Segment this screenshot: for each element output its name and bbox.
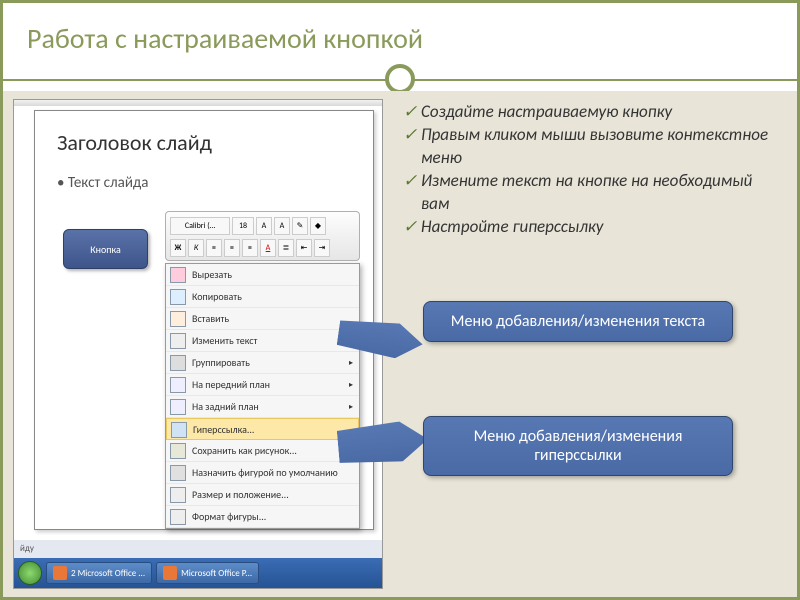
cut-icon [170,267,186,283]
slide-canvas: Заголовок слайд Текст слайда Кнопка Cali… [34,110,374,530]
menu-cut[interactable]: Вырезать [166,264,359,286]
menu-send-back[interactable]: На задний план▸ [166,396,359,418]
mini-toolbar[interactable]: Calibri (… 18 A A ✎ ◆ Ж К ≡ ≡ ≡ A [165,211,360,261]
powerpoint-icon [163,566,177,580]
grow-font-icon[interactable]: A [256,217,272,235]
menu-paste[interactable]: Вставить [166,308,359,330]
align-center-icon[interactable]: ≡ [224,239,240,257]
indent-icon[interactable]: ⇥ [314,239,330,257]
context-menu: Вырезать Копировать Вставить Изменить те… [165,263,360,529]
menu-format-shape[interactable]: Формат фигуры... [166,506,359,528]
font-selector[interactable]: Calibri (… [170,217,230,235]
menu-save-as-picture[interactable]: Сохранить как рисунок... [166,440,359,462]
save-picture-icon [170,443,186,459]
title-decoration [3,64,797,94]
menu-edit-text[interactable]: Изменить текст [166,330,359,352]
menu-hyperlink[interactable]: Гиперссылка... [166,418,359,440]
powerpoint-screenshot: Заголовок слайд Текст слайда Кнопка Cali… [13,99,383,589]
slide-title-placeholder[interactable]: Заголовок слайд [35,111,373,156]
menu-set-default-shape[interactable]: Назначить фигурой по умолчанию [166,462,359,484]
font-size-selector[interactable]: 18 [232,217,254,235]
italic-icon[interactable]: К [188,239,204,257]
group-icon [170,355,186,371]
hyperlink-icon [171,422,187,438]
slide-container: Работа с настраиваемой кнопкой Заголовок… [0,0,800,600]
default-shape-icon [170,465,186,481]
align-icon[interactable]: ≡ [206,239,222,257]
menu-size-position[interactable]: Размер и положение... [166,484,359,506]
font-color-icon[interactable]: A [260,239,276,257]
content-area: Заголовок слайд Текст слайда Кнопка Cali… [3,91,797,597]
powerpoint-icon [53,566,67,580]
instruction-item: Правым кликом мыши вызовите контекстное … [403,124,783,170]
callout-hyperlink: Меню добавления/изменения гиперссылки [423,416,733,476]
chevron-right-icon: ▸ [349,402,353,412]
format-shape-icon [170,509,186,525]
menu-copy[interactable]: Копировать [166,286,359,308]
instructions-list: Создайте настраиваемую кнопку Правым кли… [403,101,783,239]
bullets-icon[interactable]: ≣ [278,239,294,257]
instruction-item: Создайте настраиваемую кнопку [403,101,783,124]
menu-group[interactable]: Группировать▸ [166,352,359,374]
shrink-font-icon[interactable]: A [274,217,290,235]
outdent-icon[interactable]: ⇤ [296,239,312,257]
page-title: Работа с настраиваемой кнопкой [3,3,797,60]
taskbar: 2 Microsoft Office ... Microsoft Office … [14,558,382,588]
paste-icon [170,311,186,327]
edit-text-icon [170,333,186,349]
chevron-right-icon: ▸ [349,358,353,368]
shape-fill-icon[interactable]: ◆ [310,217,326,235]
instruction-item: Настройте гиперссылку [403,216,783,239]
menu-bring-front[interactable]: На передний план▸ [166,374,359,396]
custom-button-shape[interactable]: Кнопка [63,229,148,269]
size-position-icon [170,487,186,503]
status-bar: йду [14,540,382,558]
bold-icon[interactable]: Ж [170,239,186,257]
callout-edit-text: Меню добавления/изменения текста [423,301,733,342]
style-icon[interactable]: ✎ [292,217,308,235]
taskbar-app-2[interactable]: Microsoft Office P... [156,562,259,584]
copy-icon [170,289,186,305]
instruction-item: Измените текст на кнопке на необходимый … [403,170,783,216]
chevron-right-icon: ▸ [349,380,353,390]
align-right-icon[interactable]: ≡ [242,239,258,257]
send-back-icon [170,399,186,415]
start-button[interactable] [18,561,42,585]
bring-front-icon [170,377,186,393]
slide-body-placeholder[interactable]: Текст слайда [35,156,373,192]
taskbar-app-1[interactable]: 2 Microsoft Office ... [46,562,152,584]
button-label: Кнопка [90,243,121,256]
